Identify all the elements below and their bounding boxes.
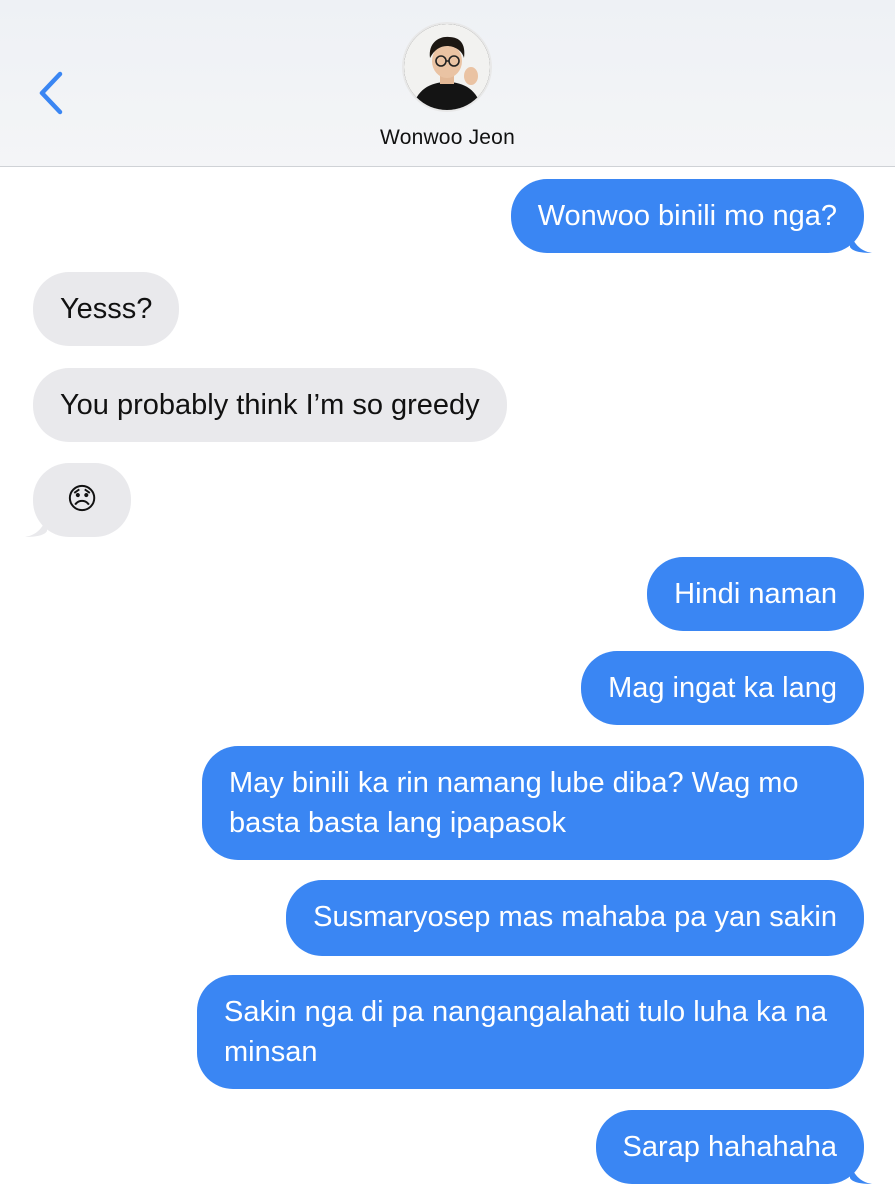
message-text: Sakin nga di pa nangangalahati tulo luha…: [224, 996, 828, 1068]
message-bubble-outgoing[interactable]: Sakin nga di pa nangangalahati tulo luha…: [197, 975, 864, 1089]
imessage-conversation: Wonwoo Jeon Wonwoo binili mo nga? Yesss?…: [0, 0, 895, 1200]
contact-name[interactable]: Wonwoo Jeon: [0, 126, 895, 150]
chevron-left-icon: [39, 71, 63, 115]
message-bubble-outgoing[interactable]: May binili ka rin namang lube diba? Wag …: [202, 746, 864, 860]
bubble-tail: [850, 1160, 872, 1184]
message-text: Mag ingat ka lang: [608, 672, 837, 704]
message-text: Susmaryosep mas mahaba pa yan sakin: [313, 901, 837, 933]
message-text: Hindi naman: [674, 578, 837, 610]
message-bubble-outgoing[interactable]: Wonwoo binili mo nga?: [510, 179, 872, 253]
message-text: Yesss?: [60, 293, 153, 325]
message-bubble-outgoing[interactable]: Hindi naman: [647, 557, 864, 631]
message-bubble-incoming[interactable]: You probably think I’m so greedy: [33, 368, 507, 442]
avatar-photo: [404, 24, 490, 110]
message-text: Sarap hahahaha: [622, 1131, 837, 1163]
back-button[interactable]: [28, 68, 72, 118]
message-bubble-incoming[interactable]: Yesss?: [33, 272, 180, 346]
conversation-header: Wonwoo Jeon: [0, 0, 895, 167]
contact-avatar[interactable]: [404, 24, 490, 110]
message-bubble-outgoing[interactable]: Mag ingat ka lang: [581, 651, 864, 725]
message-text: 😞: [66, 483, 98, 516]
message-bubble-outgoing[interactable]: Sarap hahahaha: [595, 1110, 872, 1184]
message-text: You probably think I’m so greedy: [60, 389, 480, 421]
bubble-tail: [850, 229, 872, 253]
message-text: May binili ka rin namang lube diba? Wag …: [229, 767, 799, 839]
bubble-tail: [25, 513, 47, 537]
message-text: Wonwoo binili mo nga?: [537, 200, 837, 232]
message-bubble-outgoing[interactable]: Susmaryosep mas mahaba pa yan sakin: [286, 880, 864, 956]
message-bubble-incoming[interactable]: 😞: [25, 463, 131, 537]
